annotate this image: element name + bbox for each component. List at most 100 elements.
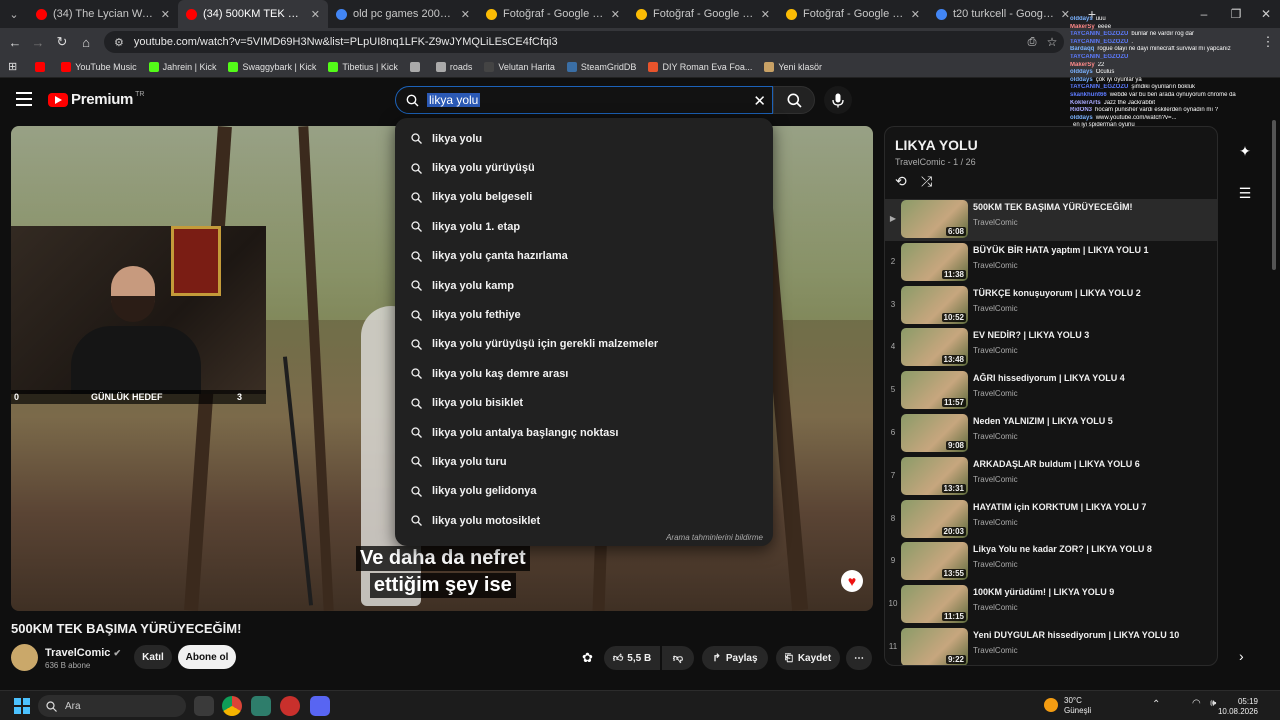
search-suggestion[interactable]: likya yolu bisiklet	[395, 389, 773, 418]
search-suggestion[interactable]: likya yolu yürüyüşü için gerekli malzeme…	[395, 330, 773, 359]
search-button[interactable]	[773, 86, 815, 114]
home-button[interactable]: ⌂	[76, 32, 96, 52]
tab-search-button[interactable]: ⌄	[0, 0, 28, 28]
tab-close-icon[interactable]: ✕	[1061, 8, 1070, 21]
sparkle-icon[interactable]: ✦	[1230, 130, 1260, 172]
tray-chevron-icon[interactable]: ⌃	[1152, 699, 1160, 710]
chat-message: MakerSy 22	[1070, 62, 1280, 70]
tab-close-icon[interactable]: ✕	[911, 8, 920, 21]
more-actions-button[interactable]: ⋯	[846, 646, 872, 670]
browser-tab[interactable]: (34) The Lycian Way - scenery l ✕	[28, 0, 178, 28]
address-bar[interactable]: ⚙ youtube.com/watch?v=5VIMD69H3Nw&list=P…	[104, 31, 1064, 53]
search-input[interactable]: likya yolu ✕	[395, 86, 773, 114]
dislike-button[interactable]: 👎︎	[662, 646, 694, 670]
playlist-item[interactable]: 10 11:15 100KM yürüdüm! | LIKYA YOLU 9 Trav…	[885, 584, 1217, 626]
tab-close-icon[interactable]: ✕	[311, 8, 320, 21]
bookmark-item[interactable]: YouTube Music	[61, 61, 137, 72]
site-info-icon[interactable]: ⚙	[114, 36, 124, 49]
search-suggestion[interactable]: likya yolu turu	[395, 447, 773, 476]
search-suggestion[interactable]: likya yolu	[395, 124, 773, 153]
bookmark-item[interactable]: Swaggybark | Kick	[228, 61, 316, 72]
bookmark-item[interactable]	[35, 61, 49, 72]
install-app-icon[interactable]: ⎙	[1022, 32, 1042, 52]
browser-tab[interactable]: Fotoğraf - Google Fotoğraflar ✕	[778, 0, 928, 28]
subscribe-button[interactable]: Abone ol	[178, 645, 236, 669]
apps-icon[interactable]: ⊞	[8, 60, 17, 73]
windows-start-icon[interactable]	[14, 698, 30, 714]
chrome-icon[interactable]	[222, 696, 242, 716]
search-suggestion[interactable]: likya yolu kaş demre arası	[395, 359, 773, 388]
back-button[interactable]: ←	[5, 32, 25, 52]
shuffle-icon[interactable]: ⤮	[921, 173, 932, 190]
playlist-item[interactable]: 3 10:52 TÜRKÇE konuşuyorum | LIKYA YOLU 2 T…	[885, 285, 1217, 327]
playlist-item-channel: TravelComic	[973, 517, 1018, 527]
task-view-icon[interactable]	[194, 696, 214, 716]
list-icon[interactable]: ☰	[1230, 172, 1260, 214]
search-suggestion[interactable]: likya yolu gelidonya	[395, 477, 773, 506]
youtube-logo[interactable]: Premium TR	[48, 91, 144, 108]
reload-button[interactable]: ↻	[52, 32, 72, 52]
tab-close-icon[interactable]: ✕	[611, 8, 620, 21]
playlist-item[interactable]: 4 13:48 EV NEDİR? | LIKYA YOLU 3 TravelComi…	[885, 327, 1217, 369]
clear-search-icon[interactable]: ✕	[753, 92, 766, 110]
playlist-item[interactable]: 6 9:08 Neden YALNIZIM | LIKYA YOLU 5 Travel…	[885, 413, 1217, 455]
discord-icon[interactable]	[310, 696, 330, 716]
clock[interactable]: 05:19 10.08.2026	[1218, 697, 1258, 717]
playlist-item[interactable]: 9 13:55 Likya Yolu ne kadar ZOR? | LIKYA Y…	[885, 541, 1217, 583]
search-suggestion[interactable]: likya yolu çanta hazırlama	[395, 242, 773, 271]
playlist-item[interactable]: 7 13:31 ARKADAŞLAR buldum | LIKYA YOLU 6 Tr…	[885, 456, 1217, 498]
bookmark-item[interactable]: Yeni klasör	[764, 61, 822, 72]
weather-widget[interactable]: 30°C Güneşli	[1044, 696, 1091, 716]
browser-tab[interactable]: (34) 500KM TEK BAŞIMA YÜ ✕	[178, 0, 328, 28]
bookmark-item[interactable]: roads	[435, 61, 472, 72]
playlist-item[interactable]: ▶ 6:08 500KM TEK BAŞIMA YÜRÜYECEĞİM! Travel…	[885, 199, 1217, 241]
search-suggestion[interactable]: likya yolu antalya başlangıç noktası	[395, 418, 773, 447]
share-button[interactable]: ↱ Paylaş	[702, 646, 768, 670]
app-icon[interactable]	[251, 696, 271, 716]
bookmark-star-icon[interactable]: ☆	[1042, 32, 1062, 52]
playlist-title[interactable]: LIKYA YOLU	[895, 137, 978, 153]
tab-close-icon[interactable]: ✕	[161, 8, 170, 21]
bookmark-item[interactable]: Velutan Harita	[484, 61, 555, 72]
wifi-icon[interactable]: ◠	[1192, 698, 1201, 709]
save-button[interactable]: ⎗ Kaydet	[776, 646, 840, 670]
volume-icon[interactable]: 🕪︎	[1210, 698, 1216, 709]
bookmark-item[interactable]: SteamGridDB	[566, 61, 636, 72]
playlist-item[interactable]: 11 9:22 Yeni DUYGULAR hissediyorum | LIKYA…	[885, 627, 1217, 665]
voice-search-button[interactable]	[824, 86, 852, 114]
bookmark-item[interactable]: Tibetius | Kick	[328, 61, 398, 72]
extension-icon[interactable]: ✿	[582, 650, 598, 666]
tab-close-icon[interactable]: ✕	[461, 8, 470, 21]
report-suggestions-link[interactable]: Arama tahminlerini bildirme	[666, 533, 763, 542]
channel-name[interactable]: TravelComic ✔	[45, 647, 121, 659]
playlist-item-channel: TravelComic	[973, 389, 1018, 399]
search-suggestion[interactable]: likya yolu yürüyüşü	[395, 153, 773, 182]
browser-tab[interactable]: Fotoğraf - Google Fotoğraflar ✕	[628, 0, 778, 28]
playlist-next-arrow-icon[interactable]: ›	[1239, 648, 1244, 664]
tab-close-icon[interactable]: ✕	[761, 8, 770, 21]
search-suggestion[interactable]: likya yolu fethiye	[395, 300, 773, 329]
search-suggestion[interactable]: likya yolu belgeseli	[395, 183, 773, 212]
browser-tab[interactable]: Fotoğraf - Google Fotoğraflar ✕	[478, 0, 628, 28]
join-button[interactable]: Katıl	[134, 645, 172, 669]
search-suggestion[interactable]: likya yolu kamp	[395, 271, 773, 300]
forward-button[interactable]: →	[28, 32, 48, 52]
search-suggestion[interactable]: likya yolu 1. etap	[395, 212, 773, 241]
browser-tab[interactable]: t20 turkcell - Google'da Ara ✕	[928, 0, 1078, 28]
page-scrollbar[interactable]	[1272, 120, 1276, 270]
heart-icon[interactable]: ♥	[841, 570, 863, 592]
bookmark-item[interactable]: DIY Roman Eva Foa...	[648, 61, 752, 72]
playlist-item[interactable]: 2 11:38 BÜYÜK BİR HATA yaptım | LIKYA YOLU…	[885, 242, 1217, 284]
channel-avatar[interactable]	[11, 644, 38, 671]
like-button[interactable]: 👍︎ 5,5 B	[604, 646, 660, 670]
playlist-item[interactable]: 5 11:57 AĞRI hissediyorum | LIKYA YOLU 4 Tr…	[885, 370, 1217, 412]
loop-icon[interactable]: ⟲	[895, 173, 907, 190]
taskbar-search[interactable]: Ara	[38, 695, 186, 717]
browser-tab[interactable]: old pc games 2000s - Google'd ✕	[328, 0, 478, 28]
guide-menu-icon[interactable]	[16, 92, 32, 106]
bookmark-item[interactable]: Jahrein | Kick	[148, 61, 216, 72]
app-icon[interactable]	[280, 696, 300, 716]
bookmark-item[interactable]	[409, 61, 424, 72]
search-suggestion[interactable]: likya yolu motosiklet	[395, 506, 773, 535]
playlist-item[interactable]: 8 20:03 HAYATIM için KORKTUM | LIKYA YOLU …	[885, 499, 1217, 541]
